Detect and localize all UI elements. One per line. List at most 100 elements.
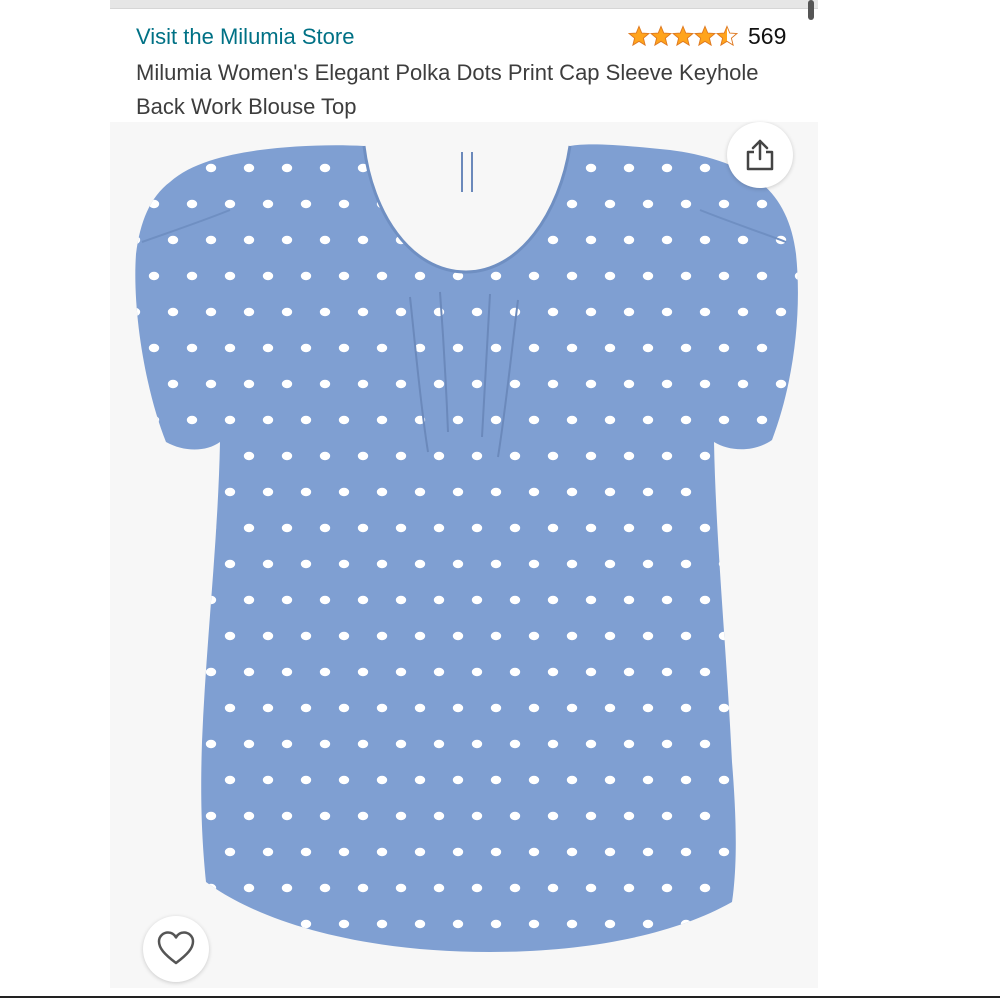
polka-dot [471, 739, 483, 749]
polka-dot [281, 235, 293, 245]
polka-dot [319, 811, 331, 821]
polka-dot [224, 775, 236, 785]
polka-dot [338, 487, 350, 497]
polka-dot [604, 271, 616, 281]
polka-dot [300, 919, 312, 929]
polka-dot [395, 739, 407, 749]
polka-dot [566, 847, 578, 857]
polka-dot [205, 667, 217, 677]
polka-dot [547, 235, 559, 245]
star-icon [716, 25, 738, 47]
polka-dot [775, 307, 787, 317]
polka-dot [243, 379, 255, 389]
polka-dot [756, 271, 768, 281]
polka-dot [528, 271, 540, 281]
polka-dot [300, 199, 312, 209]
polka-dot [452, 631, 464, 641]
polka-dot [262, 703, 274, 713]
polka-dot [471, 379, 483, 389]
polka-dot [566, 631, 578, 641]
polka-dot [167, 379, 179, 389]
polka-dot [338, 559, 350, 569]
polka-dot [205, 163, 217, 173]
polka-dot [148, 343, 160, 353]
polka-dot [547, 667, 559, 677]
polka-dot [243, 523, 255, 533]
polka-dot [680, 487, 692, 497]
polka-dot [376, 775, 388, 785]
polka-dot [661, 667, 673, 677]
polka-dot [300, 775, 312, 785]
polka-dot [452, 343, 464, 353]
visit-store-link[interactable]: Visit the Milumia Store [136, 22, 354, 52]
polka-dot [509, 307, 521, 317]
polka-dot [547, 523, 559, 533]
polka-dot [243, 595, 255, 605]
polka-dot [585, 667, 597, 677]
rating-count: 569 [748, 23, 787, 49]
polka-dot [338, 847, 350, 857]
polka-dot [205, 235, 217, 245]
polka-dot [585, 235, 597, 245]
polka-dot [604, 343, 616, 353]
polka-dot [528, 631, 540, 641]
polka-dot [661, 307, 673, 317]
bottom-divider [0, 996, 1000, 998]
polka-dot [490, 343, 502, 353]
polka-dot [338, 703, 350, 713]
polka-dot [357, 883, 369, 893]
polka-dot [509, 739, 521, 749]
polka-dot [528, 847, 540, 857]
polka-dot [319, 739, 331, 749]
polka-dot [642, 487, 654, 497]
polka-dot [224, 703, 236, 713]
polka-dot [699, 811, 711, 821]
polka-dot [281, 667, 293, 677]
polka-dot [528, 919, 540, 929]
polka-dot [224, 631, 236, 641]
wishlist-button[interactable] [143, 916, 209, 982]
polka-dot [490, 631, 502, 641]
polka-dot [376, 559, 388, 569]
polka-dot [357, 307, 369, 317]
polka-dot [623, 595, 635, 605]
polka-dot [319, 667, 331, 677]
product-title: Milumia Women's Elegant Polka Dots Print… [136, 60, 759, 119]
polka-dot [395, 811, 407, 821]
polka-dot [433, 667, 445, 677]
polka-dot [338, 343, 350, 353]
product-image-area[interactable] [110, 122, 818, 988]
polka-dot [680, 199, 692, 209]
polka-dot [319, 883, 331, 893]
scroll-indicator[interactable] [808, 0, 814, 20]
polka-dot [680, 415, 692, 425]
polka-dot [452, 919, 464, 929]
polka-dot [338, 919, 350, 929]
polka-dot [547, 451, 559, 461]
polka-dot [718, 703, 730, 713]
polka-dot [661, 235, 673, 245]
polka-dot [661, 379, 673, 389]
polka-dot [756, 415, 768, 425]
polka-dot [357, 595, 369, 605]
polka-dot [585, 811, 597, 821]
polka-dot [300, 847, 312, 857]
rating-summary[interactable]: 569 [628, 20, 786, 52]
polka-dot [585, 379, 597, 389]
polka-dot [300, 415, 312, 425]
share-button[interactable] [727, 122, 793, 188]
top-scroll-strip [110, 0, 818, 9]
polka-dot [699, 883, 711, 893]
product-image [110, 122, 818, 988]
polka-dot [433, 379, 445, 389]
polka-dot [243, 811, 255, 821]
polka-dot [585, 163, 597, 173]
polka-dot [604, 487, 616, 497]
polka-dot [338, 631, 350, 641]
polka-dot [699, 307, 711, 317]
polka-dot [585, 307, 597, 317]
polka-dot [737, 235, 749, 245]
polka-dot [452, 847, 464, 857]
polka-dot [357, 667, 369, 677]
polka-dot [376, 415, 388, 425]
